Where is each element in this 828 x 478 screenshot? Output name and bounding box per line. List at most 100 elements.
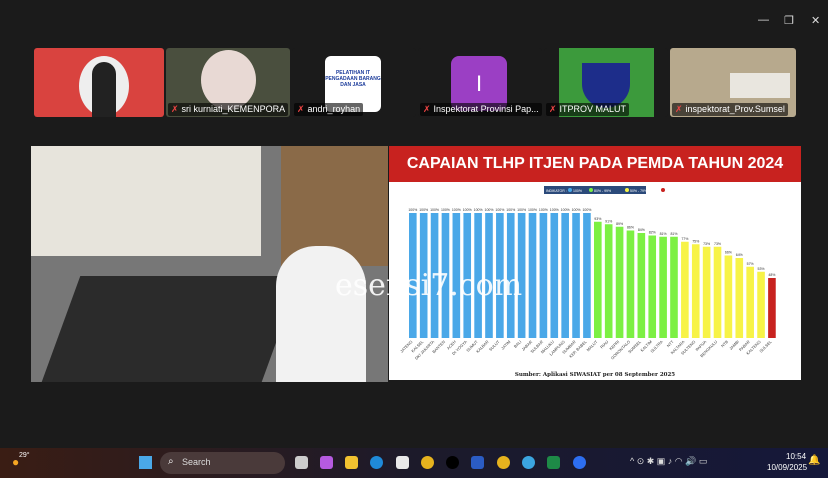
chrome-profile-icon[interactable]: [497, 456, 510, 469]
data-label: 91%: [605, 219, 612, 223]
data-label: 100%: [452, 208, 461, 212]
data-label: 82%: [649, 231, 656, 235]
watermark: esensi7.com: [335, 268, 523, 303]
bar: [604, 224, 613, 338]
bar: [594, 221, 602, 338]
category-label: SULSEL: [758, 339, 773, 354]
mic-muted-icon: ✗: [423, 104, 431, 114]
participant-name: ✗ sri kurniati_KEMENPORA: [168, 103, 289, 116]
data-label: 100%: [441, 208, 450, 212]
participant-tile[interactable]: ✗ inspektorat_Prov.Sumsel: [670, 48, 796, 117]
tiktok-icon[interactable]: [446, 456, 459, 469]
data-label: 100%: [550, 208, 559, 212]
zoom-icon[interactable]: [573, 456, 586, 469]
bar: [768, 278, 776, 338]
data-label: 100%: [430, 208, 439, 212]
excel-icon[interactable]: [547, 456, 560, 469]
bar: [615, 226, 624, 338]
data-label: 81%: [660, 232, 667, 236]
close-button[interactable]: ✕: [811, 14, 820, 27]
participant-tile[interactable]: ✗ ITPROV MALUT: [544, 48, 668, 117]
data-label: 100%: [517, 208, 526, 212]
participant-name: ✗ andri_royhan: [294, 103, 364, 116]
bar: [735, 258, 744, 338]
start-button[interactable]: [139, 456, 152, 469]
category-label: SULTRA: [649, 339, 664, 354]
bar: [572, 213, 580, 338]
taskbar: ● 29° ⌕ Search ^ ⊙ ✱ ▣ ♪ ◠ 🔊 ▭ 10:54 10/…: [0, 448, 828, 478]
bar: [757, 271, 765, 338]
data-label: 73%: [714, 242, 721, 246]
bar: [681, 241, 689, 338]
legend-label: 80% - 99%: [594, 189, 611, 193]
bar: [550, 213, 559, 338]
tray-icons[interactable]: ^ ⊙ ✱ ▣ ♪ ◠ 🔊 ▭: [630, 456, 707, 467]
legend-swatch: [568, 188, 572, 192]
data-label: 64%: [736, 253, 743, 257]
data-label: 100%: [474, 208, 483, 212]
minimize-button[interactable]: —: [758, 14, 769, 26]
category-label: SULUT: [488, 339, 501, 352]
legend-label: INDIKATOR :: [546, 189, 567, 193]
data-label: 84%: [638, 228, 645, 232]
bar: [691, 244, 700, 338]
bar: [713, 246, 722, 338]
legend-swatch: [625, 188, 629, 192]
bar: [702, 246, 711, 338]
shared-slide: CAPAIAN TLHP ITJEN PADA PEMDA TAHUN 2024…: [389, 146, 801, 380]
data-label: 57%: [747, 262, 754, 266]
data-label: 53%: [758, 267, 765, 271]
bar: [637, 233, 646, 338]
data-label: 100%: [539, 208, 548, 212]
data-label: 100%: [528, 208, 537, 212]
bar: [539, 213, 548, 338]
category-label: JATIM: [500, 339, 512, 351]
data-label: 77%: [681, 237, 688, 241]
data-label: 93%: [594, 217, 601, 221]
zoom-workplace-icon[interactable]: [522, 456, 535, 469]
mic-muted-icon: ✗: [297, 104, 305, 114]
data-label: 86%: [627, 226, 634, 230]
restore-button[interactable]: ❐: [784, 14, 794, 27]
bar: [528, 213, 537, 338]
task-view-icon[interactable]: [295, 456, 308, 469]
mic-muted-icon: ✗: [171, 104, 179, 114]
participant-tile[interactable]: I ✗ Inspektorat Provinsi Pap...: [418, 48, 542, 117]
participant-tile[interactable]: [34, 48, 164, 117]
data-label: 100%: [572, 208, 581, 212]
legend-label: 50% - 79%: [630, 189, 647, 193]
data-label: 100%: [463, 208, 472, 212]
file-explorer-icon[interactable]: [345, 456, 358, 469]
data-label: 66%: [725, 251, 732, 255]
data-label: 100%: [582, 208, 591, 212]
bar: [724, 255, 733, 338]
store-icon[interactable]: [396, 456, 409, 469]
participant-tile[interactable]: ✗ sri kurniati_KEMENPORA: [166, 48, 290, 117]
participant-tile[interactable]: PELATIHAN IT PENGADAAN BARANG DAN JASA ✗…: [292, 48, 416, 117]
slide-title: CAPAIAN TLHP ITJEN PADA PEMDA TAHUN 2024: [389, 146, 801, 182]
bar: [583, 213, 591, 338]
data-label: 100%: [495, 208, 504, 212]
search-icon: ⌕: [168, 456, 174, 467]
edge-icon[interactable]: [370, 456, 383, 469]
data-label: 100%: [419, 208, 428, 212]
notification-icon[interactable]: 🔔: [808, 455, 820, 466]
mic-muted-icon: ✗: [549, 104, 557, 114]
word-icon[interactable]: [471, 456, 484, 469]
copilot-icon[interactable]: [320, 456, 333, 469]
chrome-icon[interactable]: [421, 456, 434, 469]
bar: [648, 235, 657, 338]
participant-name: ✗ Inspektorat Provinsi Pap...: [420, 103, 542, 116]
search-box[interactable]: ⌕ Search: [160, 452, 285, 474]
data-label: 73%: [703, 242, 710, 246]
data-label: 100%: [485, 208, 494, 212]
category-label: MALUT: [585, 339, 599, 353]
mic-muted-icon: ✗: [675, 104, 683, 114]
participant-name: ✗ ITPROV MALUT: [546, 103, 630, 116]
legend-swatch: [589, 188, 593, 192]
participant-name: ✗ inspektorat_Prov.Sumsel: [672, 103, 788, 116]
legend-label: 0% - 49%: [666, 189, 681, 193]
data-label: 100%: [561, 208, 570, 212]
active-speaker-video[interactable]: [31, 146, 388, 382]
bar: [561, 213, 569, 338]
